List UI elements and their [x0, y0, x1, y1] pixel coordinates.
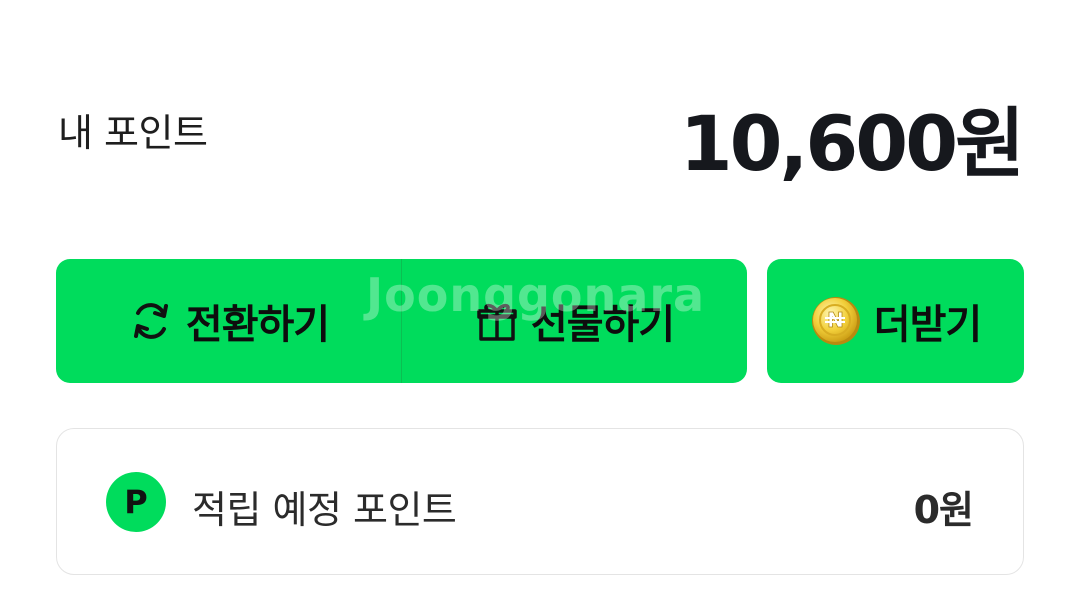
pending-points-label: 적립 예정 포인트 [192, 488, 457, 532]
points-label: 내 포인트 [58, 111, 208, 155]
points-header: 내 포인트 10,600원 [56, 80, 1025, 188]
pending-points-value: 0원 [913, 488, 974, 532]
convert-button[interactable]: 전환하기 [56, 259, 401, 383]
gift-label: 선물하기 [530, 302, 675, 348]
gift-icon [475, 299, 519, 343]
points-action-group: 전환하기 선물하기 [56, 259, 747, 383]
convert-label: 전환하기 [185, 302, 330, 348]
earn-more-button[interactable]: N 더받기 [767, 259, 1024, 383]
point-badge-icon: P [106, 472, 166, 532]
coin-icon: N [810, 295, 862, 347]
pending-points-card[interactable]: P 적립 예정 포인트 0원 [56, 428, 1024, 575]
earn-more-label: 더받기 [873, 302, 982, 348]
points-balance: 10,600원 [679, 99, 1025, 188]
refresh-icon [128, 298, 174, 344]
svg-text:N: N [827, 308, 843, 332]
gift-button[interactable]: 선물하기 [402, 259, 747, 383]
